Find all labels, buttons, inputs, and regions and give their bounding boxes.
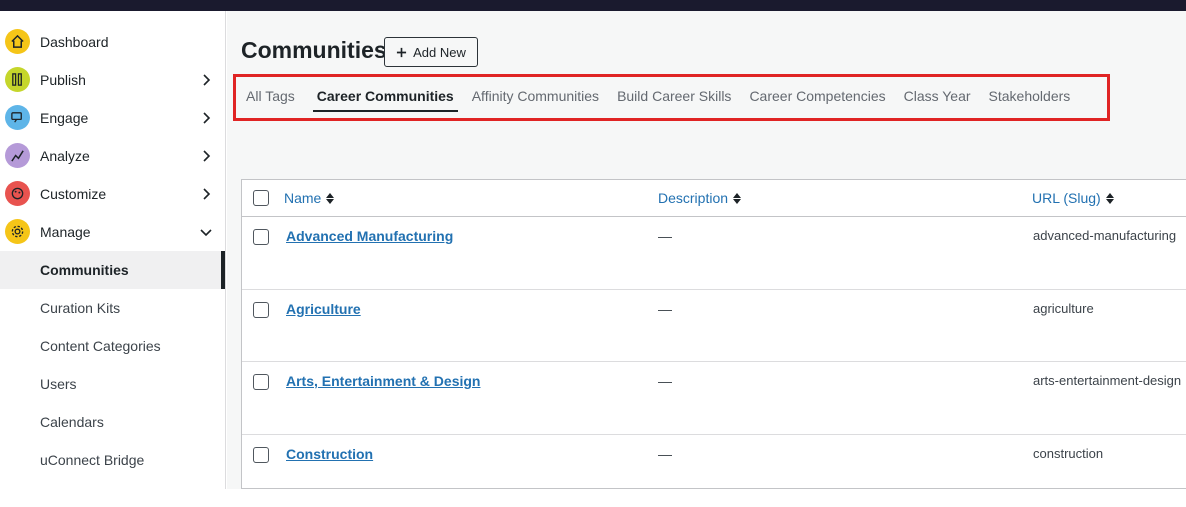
sidebar-item-label: Analyze (40, 148, 90, 164)
tab-class-year[interactable]: Class Year (895, 86, 980, 112)
home-icon (5, 29, 30, 54)
sidebar-item-label: Dashboard (40, 34, 109, 50)
sidebar-subitem-content-categories[interactable]: Content Categories (0, 327, 225, 365)
row-checkbox[interactable] (253, 374, 269, 390)
select-all-checkbox[interactable] (253, 190, 269, 206)
communities-table: Name Description URL (Slug) Advanced Man… (241, 179, 1186, 489)
table-row: Construction — construction (242, 435, 1186, 507)
row-slug: construction (1033, 446, 1103, 461)
page-title: Communities (241, 37, 387, 64)
row-checkbox[interactable] (253, 447, 269, 463)
row-description: — (658, 301, 672, 317)
row-name-link[interactable]: Agriculture (286, 301, 361, 317)
row-slug: advanced-manufacturing (1033, 228, 1176, 243)
plus-icon (396, 47, 407, 58)
sidebar-item-publish[interactable]: Publish (0, 61, 225, 99)
table-row: Agriculture — agriculture (242, 290, 1186, 363)
sidebar: Dashboard Publish Engage Analyze Customi… (0, 11, 226, 489)
sort-icon (1106, 193, 1114, 204)
tab-career-competencies[interactable]: Career Competencies (740, 86, 894, 112)
sidebar-item-label: Publish (40, 72, 86, 88)
sort-icon (733, 193, 741, 204)
chevron-right-icon (199, 149, 213, 163)
chevron-right-icon (199, 111, 213, 125)
table-row: Arts, Entertainment & Design — arts-ente… (242, 362, 1186, 435)
sidebar-item-engage[interactable]: Engage (0, 99, 225, 137)
sidebar-item-dashboard[interactable]: Dashboard (0, 23, 225, 61)
column-label: Name (284, 190, 321, 206)
row-description: — (658, 228, 672, 244)
add-new-label: Add New (413, 45, 466, 60)
tab-affinity-communities[interactable]: Affinity Communities (463, 86, 608, 112)
column-header-description[interactable]: Description (658, 190, 741, 206)
row-checkbox[interactable] (253, 302, 269, 318)
sidebar-subitem-calendars[interactable]: Calendars (0, 403, 225, 441)
chart-icon (5, 143, 30, 168)
sidebar-item-customize[interactable]: Customize (0, 175, 225, 213)
table-row: Advanced Manufacturing — advanced-manufa… (242, 217, 1186, 290)
tab-stakeholders[interactable]: Stakeholders (980, 86, 1080, 112)
tab-career-communities[interactable]: Career Communities (313, 86, 458, 112)
tab-all-tags[interactable]: All Tags (246, 86, 304, 112)
chevron-down-icon (199, 225, 213, 239)
sidebar-subitem-communities[interactable]: Communities (0, 251, 225, 289)
row-description: — (658, 373, 672, 389)
main-content: Communities Add New All Tags Career Comm… (227, 11, 1186, 489)
row-slug: arts-entertainment-design (1033, 373, 1181, 388)
table-header: Name Description URL (Slug) (242, 180, 1186, 217)
column-header-name[interactable]: Name (284, 190, 334, 206)
row-name-link[interactable]: Construction (286, 446, 373, 462)
add-new-button[interactable]: Add New (384, 37, 478, 67)
row-name-link[interactable]: Arts, Entertainment & Design (286, 373, 480, 389)
chevron-right-icon (199, 187, 213, 201)
sidebar-item-label: Customize (40, 186, 106, 202)
palette-icon (5, 181, 30, 206)
row-checkbox[interactable] (253, 229, 269, 245)
sidebar-item-label: Manage (40, 224, 91, 240)
column-label: URL (Slug) (1032, 190, 1101, 206)
chevron-right-icon (199, 73, 213, 87)
sidebar-item-label: Engage (40, 110, 88, 126)
top-bar (0, 0, 1186, 11)
pencil-icon (5, 67, 30, 92)
tag-tabs: All Tags Career Communities Affinity Com… (246, 86, 1079, 112)
row-name-link[interactable]: Advanced Manufacturing (286, 228, 453, 244)
sidebar-subitem-curation-kits[interactable]: Curation Kits (0, 289, 225, 327)
sidebar-subitem-uconnect-bridge[interactable]: uConnect Bridge (0, 441, 225, 479)
sidebar-subitem-users[interactable]: Users (0, 365, 225, 403)
column-header-url-slug[interactable]: URL (Slug) (1032, 190, 1114, 206)
chat-icon (5, 105, 30, 130)
sidebar-item-manage[interactable]: Manage (0, 213, 225, 251)
column-label: Description (658, 190, 728, 206)
row-description: — (658, 446, 672, 462)
tab-build-career-skills[interactable]: Build Career Skills (608, 86, 740, 112)
gear-icon (5, 219, 30, 244)
sidebar-item-analyze[interactable]: Analyze (0, 137, 225, 175)
sort-icon (326, 193, 334, 204)
tag-tabs-highlight: All Tags Career Communities Affinity Com… (233, 74, 1110, 121)
row-slug: agriculture (1033, 301, 1094, 316)
